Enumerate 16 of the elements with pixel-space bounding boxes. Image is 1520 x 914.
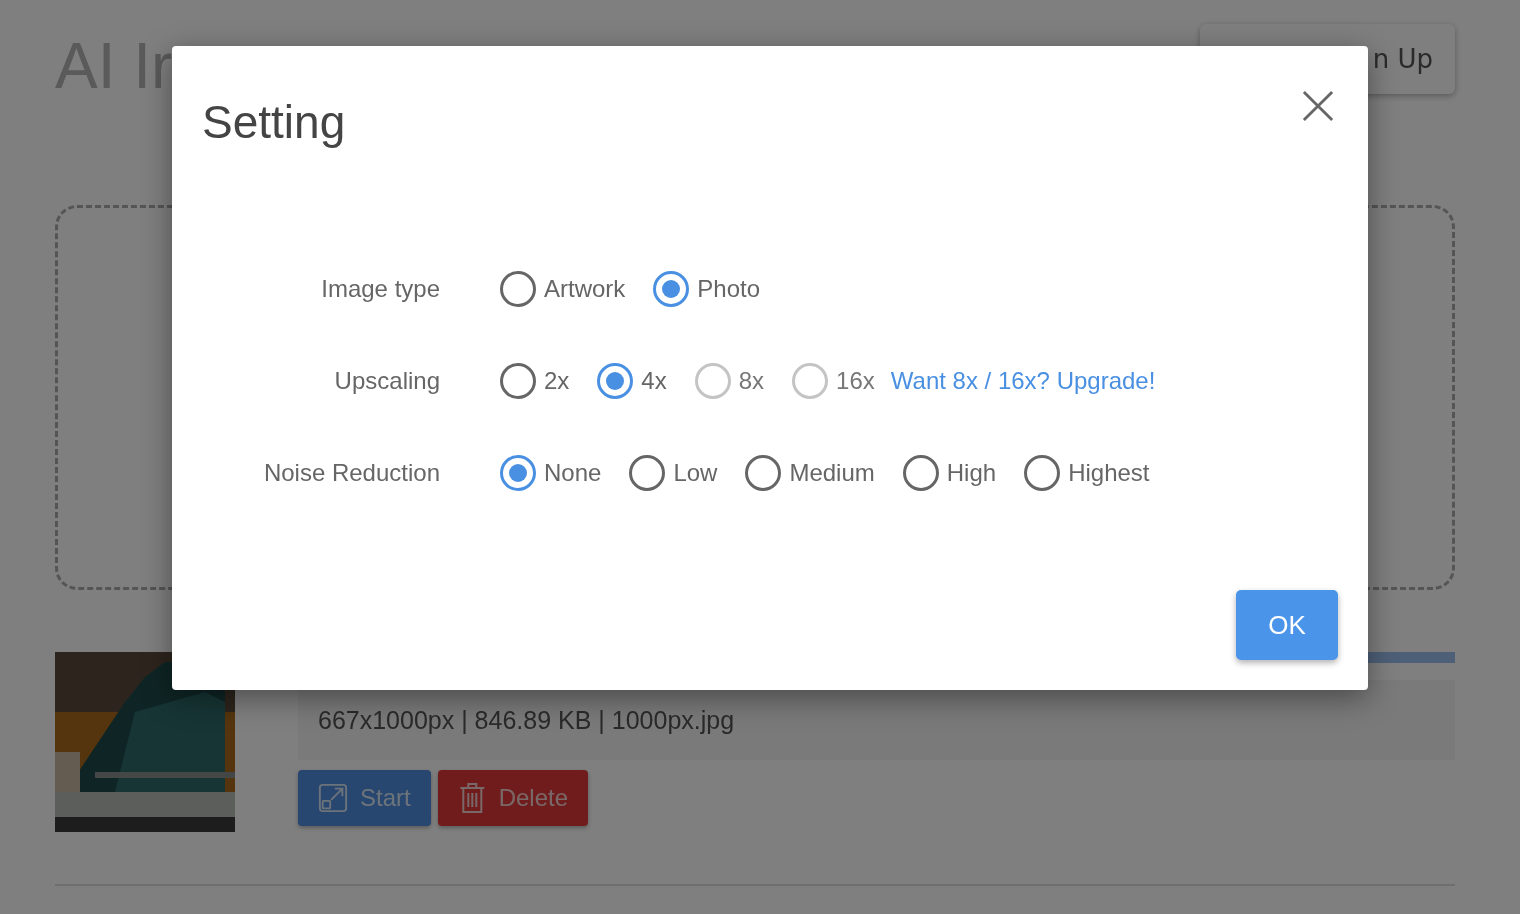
radio-option[interactable]: Highest (1024, 455, 1150, 491)
close-icon[interactable] (1302, 90, 1334, 122)
dialog-title: Setting (202, 96, 346, 148)
radio-option[interactable]: None (500, 455, 602, 491)
setting-label: Noise Reduction (262, 459, 440, 487)
radio-option[interactable]: Low (629, 455, 718, 491)
radio-option[interactable]: Artwork (500, 271, 626, 307)
setting-label: Image type (320, 275, 440, 303)
setting-label: Upscaling (333, 367, 440, 395)
ok-button[interactable]: OK (1236, 590, 1338, 660)
trash-icon (458, 782, 487, 814)
radio-option[interactable]: High (902, 455, 997, 491)
upgrade-link[interactable]: Want 8x / 16x? Upgrade! (890, 367, 1156, 395)
radio-option[interactable]: Photo (653, 271, 761, 307)
radio-option[interactable]: Medium (745, 455, 875, 491)
expand-icon (318, 782, 348, 814)
